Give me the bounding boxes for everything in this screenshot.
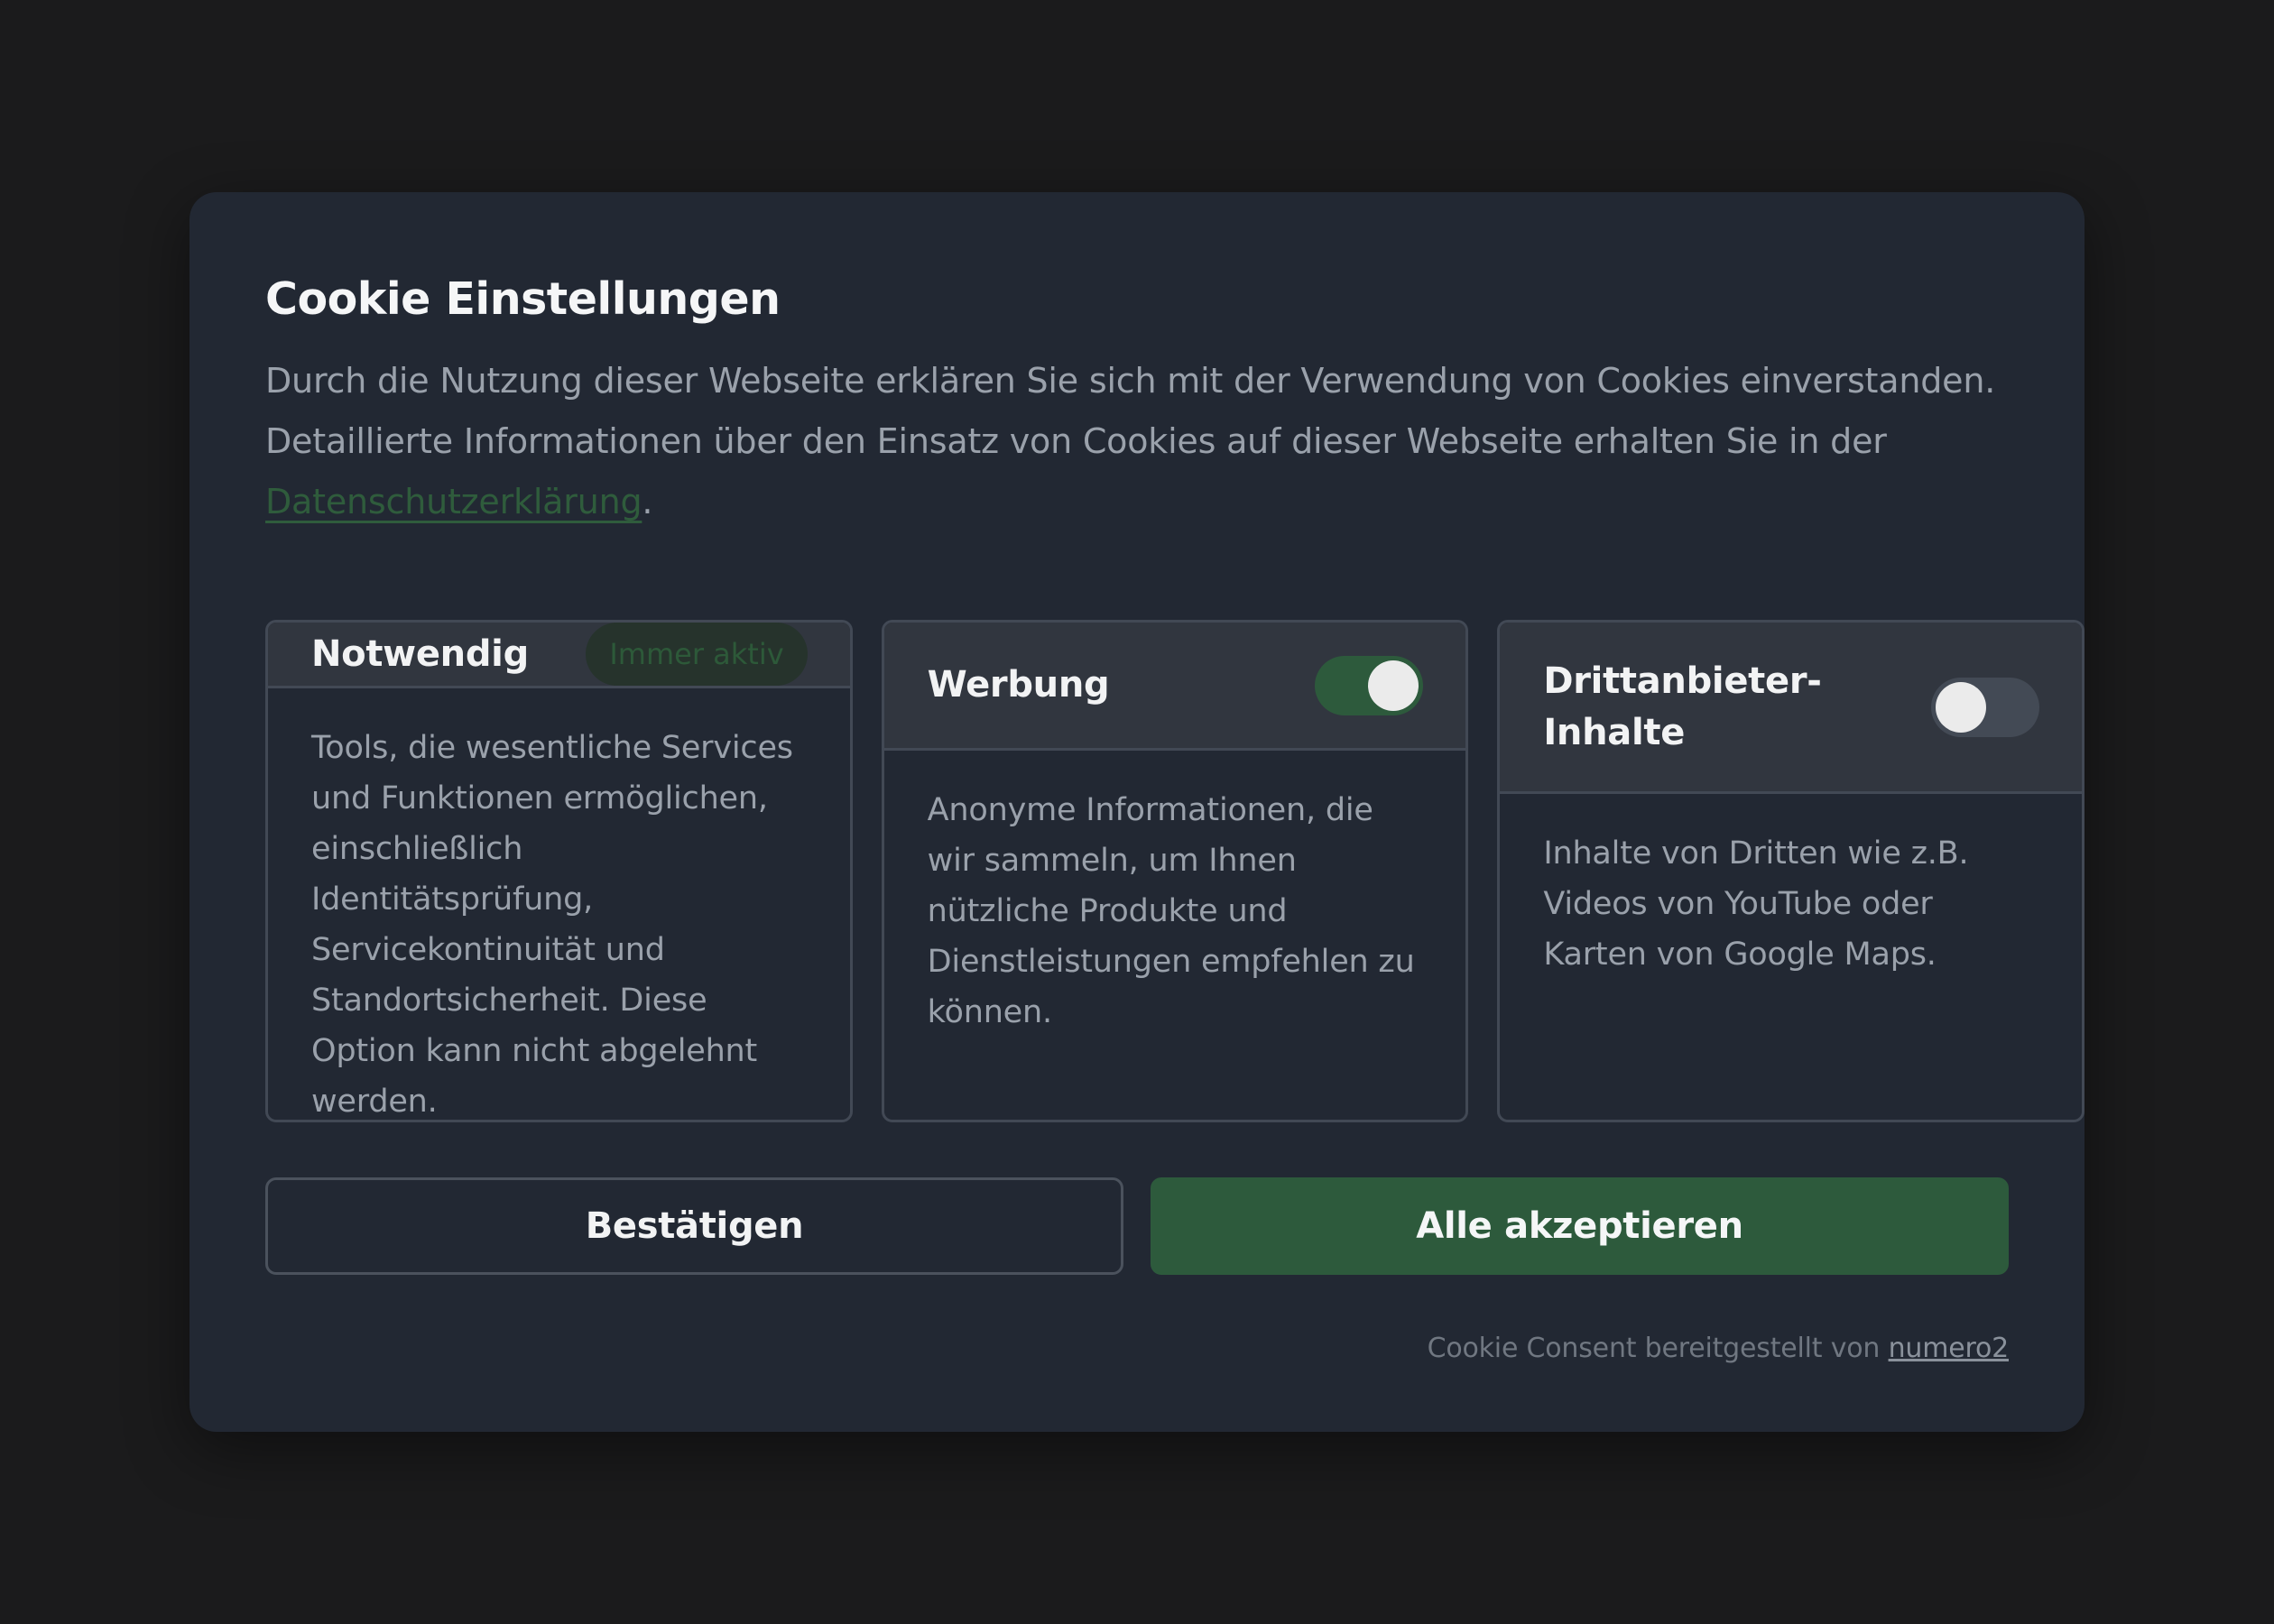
category-card-necessary: Notwendig Immer aktiv Tools, die wesentl… [265, 620, 853, 1122]
category-title-third-party: Drittanbieter-Inhalte [1543, 660, 1822, 753]
category-title-advertising: Werbung [927, 664, 1110, 706]
dialog-title: Cookie Einstellungen [265, 273, 781, 325]
toggle-knob [1936, 681, 1987, 733]
category-card-advertising: Werbung Anonyme Informationen, die wir s… [881, 620, 1469, 1122]
category-title-necessary: Notwendig [311, 632, 529, 675]
intro-end: . [642, 482, 653, 521]
intro-body: Durch die Nutzung dieser Webseite erklär… [265, 361, 1996, 461]
category-card-third-party: Drittanbieter-Inhalte Inhalte von Dritte… [1497, 620, 2085, 1122]
category-header-third-party: Drittanbieter-Inhalte [1500, 623, 2083, 794]
advertising-toggle[interactable] [1315, 655, 1424, 715]
cookie-settings-dialog: Cookie Einstellungen Durch die Nutzung d… [190, 192, 2085, 1432]
category-header-necessary: Notwendig Immer aktiv [268, 623, 850, 688]
action-buttons: Bestätigen Alle akzeptieren [265, 1177, 2009, 1275]
intro-text: Durch die Nutzung dieser Webseite erklär… [265, 351, 2016, 532]
category-header-advertising: Werbung [883, 623, 1466, 751]
category-description-advertising: Anonyme Informationen, die wir sammeln, … [927, 792, 1415, 1030]
third-party-toggle[interactable] [1931, 677, 2040, 737]
footer-credit: Cookie Consent bereitgestellt von numero… [1427, 1331, 2010, 1367]
privacy-policy-link[interactable]: Datenschutzerklärung [265, 482, 642, 521]
confirm-button[interactable]: Bestätigen [265, 1177, 1123, 1275]
toggle-knob [1368, 660, 1419, 711]
cookie-categories: Notwendig Immer aktiv Tools, die wesentl… [265, 620, 2085, 1122]
numero2-link[interactable]: numero2 [1889, 1333, 2010, 1364]
footer-text: Cookie Consent bereitgestellt von [1427, 1333, 1889, 1364]
always-active-badge: Immer aktiv [586, 623, 808, 686]
category-description-third-party: Inhalte von Dritten wie z.B. Videos von … [1543, 835, 1969, 973]
accept-all-button[interactable]: Alle akzeptieren [1151, 1177, 2009, 1275]
category-description-necessary: Tools, die wesentliche Services und Funk… [311, 730, 793, 1120]
